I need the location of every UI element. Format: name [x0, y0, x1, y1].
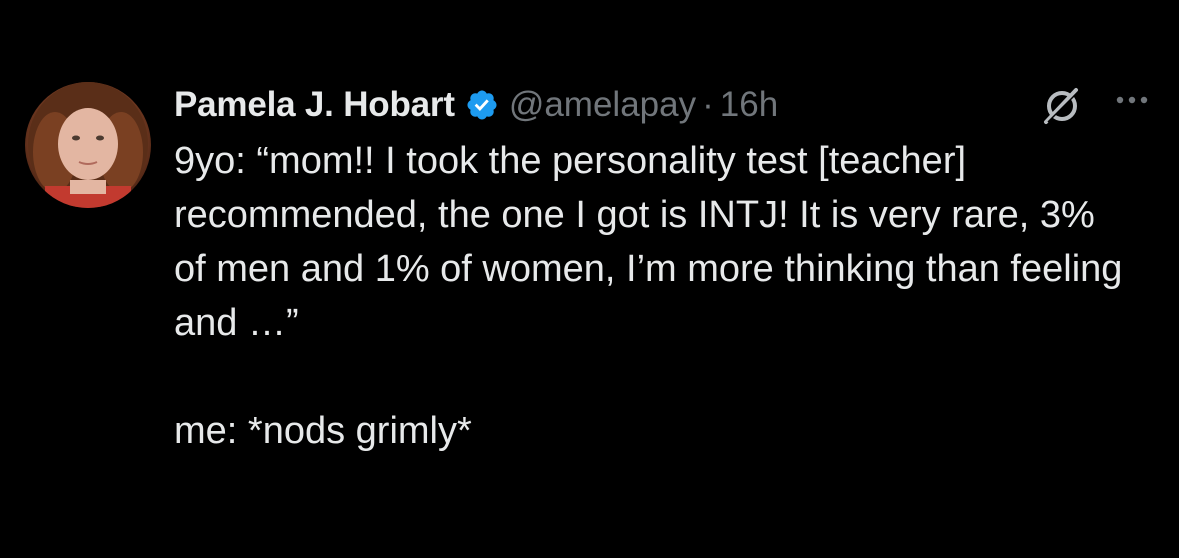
avatar-image [28, 82, 148, 208]
tweet-header: Pamela J. Hobart @amelapay · 16h [174, 80, 778, 130]
timestamp[interactable]: 16h [720, 85, 778, 125]
more-options-icon[interactable] [1112, 88, 1152, 112]
verified-badge-icon[interactable] [465, 88, 499, 122]
author-handle[interactable]: @amelapay [509, 85, 696, 125]
grok-icon[interactable] [1040, 84, 1084, 128]
separator-dot: · [702, 85, 714, 124]
tweet[interactable]: Pamela J. Hobart @amelapay · 16h 9yo: “m… [0, 0, 1179, 558]
tweet-text: 9yo: “mom!! I took the personality test … [174, 140, 1123, 452]
avatar[interactable] [25, 82, 151, 208]
author-name[interactable]: Pamela J. Hobart [174, 85, 455, 125]
